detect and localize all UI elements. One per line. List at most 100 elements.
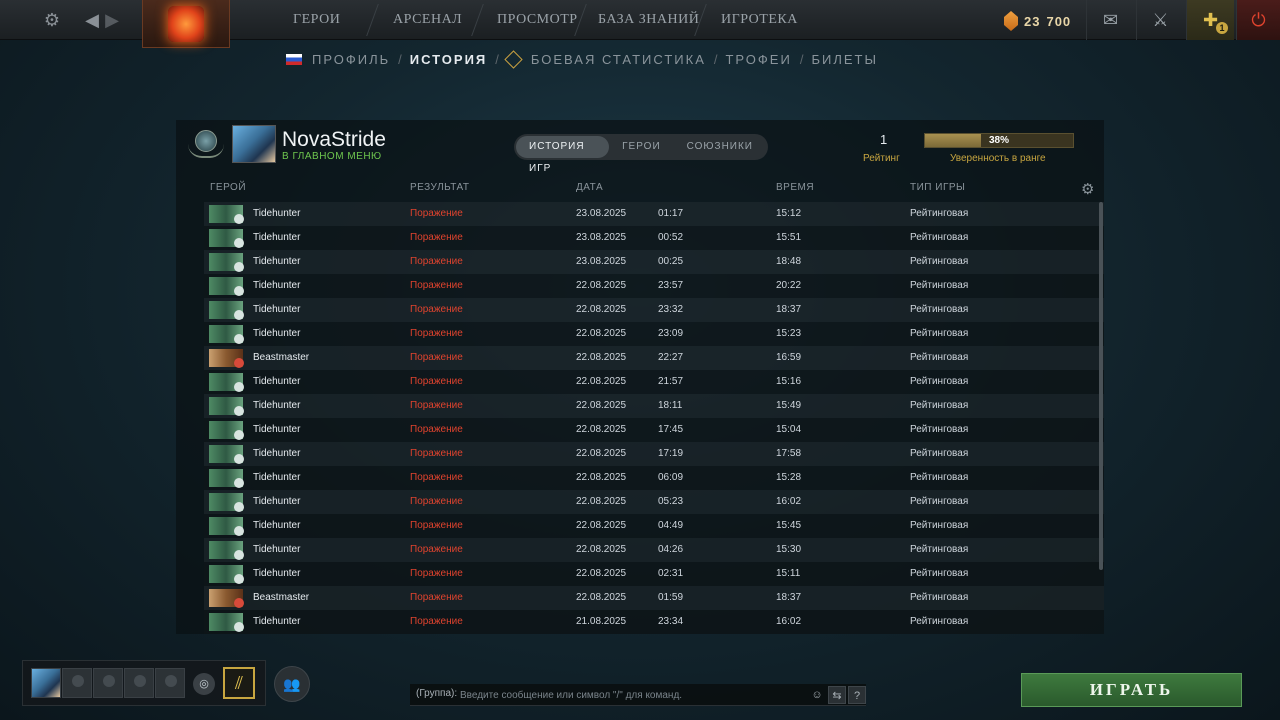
hero-name: Tidehunter — [253, 304, 301, 315]
match-duration: 17:58 — [776, 448, 802, 459]
power-icon[interactable]: ⏻ — [1236, 0, 1280, 40]
hero-name: Tidehunter — [253, 280, 301, 291]
party-slot-empty[interactable] — [155, 668, 185, 698]
hero-role-icon — [234, 286, 244, 296]
nav-separator — [471, 4, 484, 36]
table-row[interactable]: Beastmaster Поражение 22.08.2025 01:59 18:37… — [204, 586, 1104, 610]
subnav-separator: / — [495, 51, 499, 67]
subnav-history[interactable]: ИСТОРИЯ — [410, 52, 488, 67]
help-icon[interactable]: ? — [848, 686, 866, 704]
column-header-duration[interactable]: ВРЕМЯ — [776, 182, 814, 193]
match-history-panel: NovaStride В ГЛАВНОМ МЕНЮ ИСТОРИЯ ИГР ГЕ… — [176, 120, 1104, 634]
table-row[interactable]: Tidehunter Поражение 22.08.2025 23:57 20:22 Р… — [204, 274, 1104, 298]
party-slot-empty[interactable] — [93, 668, 123, 698]
gear-icon[interactable]: ⚙ — [1081, 180, 1094, 198]
subnav-profile[interactable]: ПРОФИЛЬ — [312, 52, 390, 67]
match-start-time: 01:59 — [658, 592, 684, 603]
table-row[interactable]: Tidehunter Поражение 22.08.2025 02:31 15:11 Р… — [204, 562, 1104, 586]
rank-medal-icon[interactable] — [188, 126, 224, 162]
subnav-separator: / — [398, 51, 402, 67]
avatar[interactable] — [232, 125, 276, 163]
match-result: Поражение — [410, 448, 463, 459]
table-row[interactable]: Tidehunter Поражение 22.08.2025 06:09 15:28 Р… — [204, 466, 1104, 490]
match-type: Рейтинговая — [910, 328, 969, 339]
table-row[interactable]: Beastmaster Поражение 22.08.2025 22:27 16:59… — [204, 346, 1104, 370]
person-icon — [165, 675, 177, 687]
shard-icon[interactable]: ⫽ — [223, 667, 255, 699]
subnav-battle-stats[interactable]: БОЕВАЯ СТАТИСТИКА — [531, 52, 706, 67]
table-row[interactable]: Tidehunter Поражение 22.08.2025 23:32 18:37 Р… — [204, 298, 1104, 322]
group-icon[interactable]: 👥 — [274, 666, 310, 702]
match-duration: 16:02 — [776, 496, 802, 507]
dota-logo[interactable] — [142, 0, 230, 48]
party-slot-empty[interactable] — [124, 668, 154, 698]
tab-match-history[interactable]: ИСТОРИЯ ИГР — [516, 136, 610, 174]
shards-currency[interactable]: 23 700 — [1004, 8, 1071, 34]
play-button[interactable]: ИГРАТЬ — [1021, 673, 1242, 707]
tab-allies[interactable]: СОЮЗНИКИ — [674, 136, 766, 158]
dota-plus-button[interactable]: ✚ 1 — [1186, 0, 1234, 40]
chatwheel-icon[interactable]: ⇆ — [828, 686, 846, 704]
hero-name: Tidehunter — [253, 496, 301, 507]
match-result: Поражение — [410, 376, 463, 387]
hero-role-icon — [234, 262, 244, 272]
chat-input[interactable] — [460, 686, 802, 704]
arrow-right-icon[interactable]: ▶ — [100, 8, 124, 32]
table-row[interactable]: Tidehunter Поражение 22.08.2025 04:26 15:30 Р… — [204, 538, 1104, 562]
match-result: Поражение — [410, 280, 463, 291]
match-type: Рейтинговая — [910, 424, 969, 435]
table-row[interactable]: Tidehunter Поражение 22.08.2025 17:19 17:58 Р… — [204, 442, 1104, 466]
match-start-time: 02:31 — [658, 568, 684, 579]
rating-label: Рейтинг — [863, 153, 900, 164]
subnav-tickets[interactable]: БИЛЕТЫ — [811, 52, 878, 67]
nav-heroes[interactable]: ГЕРОИ — [293, 0, 340, 40]
match-start-time: 04:26 — [658, 544, 684, 555]
table-row[interactable]: Tidehunter Поражение 23.08.2025 01:17 15:12 Р… — [204, 202, 1104, 226]
party-slot-empty[interactable] — [62, 668, 92, 698]
hero-name: Tidehunter — [253, 544, 301, 555]
hero-name: Tidehunter — [253, 400, 301, 411]
table-row[interactable]: Tidehunter Поражение 22.08.2025 05:23 16:02 Р… — [204, 490, 1104, 514]
table-row[interactable]: Tidehunter Поражение 22.08.2025 18:11 15:49 Р… — [204, 394, 1104, 418]
column-header-date[interactable]: ДАТА — [576, 182, 603, 193]
nav-arsenal[interactable]: АРСЕНАЛ — [393, 0, 462, 40]
table-row[interactable]: Tidehunter Поражение 22.08.2025 21:57 15:16 Р… — [204, 370, 1104, 394]
nav-arcade[interactable]: ИГРОТЕКА — [721, 0, 798, 40]
swords-icon[interactable]: ⚔ — [1136, 0, 1184, 40]
shard-gem-icon — [1004, 11, 1018, 31]
scrollbar[interactable] — [1099, 202, 1103, 570]
history-tabs: ИСТОРИЯ ИГР ГЕРОИ СОЮЗНИКИ — [514, 134, 768, 174]
nav-learn[interactable]: БАЗА ЗНАНИЙ — [598, 0, 699, 40]
match-start-time: 01:17 — [658, 208, 684, 219]
table-row[interactable]: Tidehunter Поражение 22.08.2025 04:49 15:45 Р… — [204, 514, 1104, 538]
match-duration: 15:12 — [776, 208, 802, 219]
match-type: Рейтинговая — [910, 400, 969, 411]
table-row[interactable]: Tidehunter Поражение 22.08.2025 17:45 15:04 Р… — [204, 418, 1104, 442]
table-row[interactable]: Tidehunter Поражение 21.08.2025 23:34 16:02 Р… — [204, 610, 1104, 634]
hero-name: Beastmaster — [253, 352, 310, 363]
table-row[interactable]: Tidehunter Поражение 23.08.2025 00:52 15:51 Р… — [204, 226, 1104, 250]
person-icon — [134, 675, 146, 687]
column-header-result[interactable]: РЕЗУЛЬТАТ — [410, 182, 469, 193]
party-slot-self[interactable] — [31, 668, 61, 698]
table-row[interactable]: Tidehunter Поражение 22.08.2025 23:09 15:23 Р… — [204, 322, 1104, 346]
match-start-time: 22:27 — [658, 352, 684, 363]
hero-role-icon — [234, 310, 244, 320]
match-result: Поражение — [410, 616, 463, 627]
hero-role-icon — [234, 358, 244, 368]
column-header-type[interactable]: ТИП ИГРЫ — [910, 182, 965, 193]
emoji-icon[interactable]: ☺ — [808, 686, 826, 704]
match-start-time: 23:09 — [658, 328, 684, 339]
battle-stats-icon — [504, 49, 523, 69]
mail-icon[interactable]: ✉ — [1086, 0, 1134, 40]
table-row[interactable]: Tidehunter Поражение 23.08.2025 00:25 18:48 Р… — [204, 250, 1104, 274]
subnav-trophies[interactable]: ТРОФЕИ — [725, 52, 791, 67]
rank-confidence-label: Уверенность в ранге — [950, 153, 1046, 164]
headset-icon[interactable]: ◎ — [193, 673, 215, 695]
match-duration: 18:48 — [776, 256, 802, 267]
gear-icon[interactable]: ⚙ — [40, 8, 64, 32]
nav-watch[interactable]: ПРОСМОТР — [497, 0, 578, 40]
tab-heroes[interactable]: ГЕРОИ — [609, 136, 674, 158]
column-header-hero[interactable]: ГЕРОЙ — [210, 182, 246, 193]
match-date: 22.08.2025 — [576, 448, 627, 459]
